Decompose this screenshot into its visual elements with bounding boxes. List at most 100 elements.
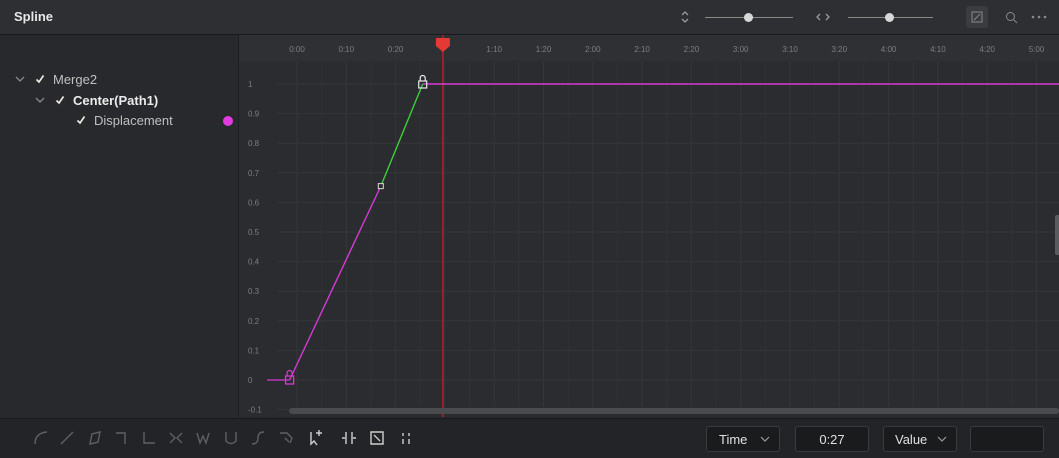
spline-panel: Spline Merge2 Center(Path1) Displacement… <box>0 0 1059 458</box>
merge2-checkbox[interactable] <box>34 73 46 85</box>
shape-box-icon <box>225 432 237 445</box>
time-stretch-icon <box>196 432 210 446</box>
chevron-down-icon[interactable] <box>34 94 46 106</box>
vertical-zoom-icon <box>681 11 689 23</box>
time-tick-label: 3:00 <box>733 45 749 54</box>
ease-in-out-button[interactable] <box>249 429 267 447</box>
spline-graph[interactable]: 0:00 0:10 0:20 1:10 1:20 2:00 2:10 2:20 3:00 3:10… <box>239 35 1059 417</box>
step-in-button[interactable] <box>113 429 131 447</box>
invert-icon <box>89 431 101 445</box>
value-tick-label: 0.7 <box>248 169 260 178</box>
ease-in-out-icon <box>251 431 265 445</box>
tree-item-label: Center(Path1) <box>73 92 159 108</box>
value-tick-label: 0 <box>248 376 253 385</box>
time-tick-label: 0:00 <box>289 45 305 54</box>
title-bar: Spline <box>0 0 1059 35</box>
time-dropdown-label: Time <box>719 431 748 447</box>
horizontal-scrollbar[interactable] <box>289 408 1059 414</box>
shape-box-button[interactable] <box>222 429 240 447</box>
step-out-icon <box>143 432 155 444</box>
more-icon <box>1031 15 1047 19</box>
time-tick-label: 1:20 <box>536 45 552 54</box>
tree-item-merge2[interactable]: Merge2 <box>14 69 97 89</box>
value-tick-label: 0.4 <box>248 258 260 267</box>
invert-button[interactable] <box>86 429 104 447</box>
horizontal-zoom-icon <box>816 13 830 21</box>
value-tick-label: 0.9 <box>248 110 260 119</box>
fit-view-button[interactable] <box>966 6 988 28</box>
linear-button[interactable] <box>58 429 76 447</box>
time-tick-label: 4:10 <box>930 45 946 54</box>
chevron-down-icon <box>760 436 770 442</box>
set-keyframe-icon <box>342 432 356 444</box>
smooth-button[interactable] <box>32 429 50 447</box>
fit-view-icon <box>971 11 983 23</box>
step-in-icon <box>116 432 126 444</box>
time-tick-label: 4:20 <box>979 45 995 54</box>
vertical-zoom-knob[interactable] <box>744 13 753 22</box>
tree-item-center-path1[interactable]: Center(Path1) <box>34 90 158 110</box>
tree-item-displacement[interactable]: Displacement <box>75 110 173 130</box>
value-tick-label: 0.8 <box>248 139 260 148</box>
value-tick-label: 0.5 <box>248 228 260 237</box>
panel-title: Spline <box>14 9 54 24</box>
bottom-toolbar: Time 0:27 Value <box>0 418 1059 458</box>
add-point-button[interactable] <box>306 429 324 447</box>
parameter-tree: Merge2 Center(Path1) Displacement <box>0 35 239 417</box>
time-dropdown[interactable]: Time <box>706 426 780 452</box>
value-tick-label: -0.1 <box>248 406 262 415</box>
current-time-value: 0:27 <box>819 431 845 447</box>
check-icon <box>35 75 45 84</box>
more-options-button[interactable] <box>1028 6 1050 28</box>
value-field[interactable] <box>970 426 1044 452</box>
vertical-scroll-handle[interactable] <box>1055 215 1059 255</box>
value-dropdown-label: Value <box>895 431 928 447</box>
time-tick-label: 3:10 <box>782 45 798 54</box>
displacement-keyframe-dot <box>223 116 233 126</box>
reverse-icon <box>169 432 183 444</box>
time-tick-label: 3:20 <box>832 45 848 54</box>
time-tick-label: 0:20 <box>388 45 404 54</box>
time-tick-label: 0:10 <box>339 45 355 54</box>
value-tick-label: 1 <box>248 80 253 89</box>
tree-item-label: Displacement <box>94 112 173 128</box>
chevron-down-icon[interactable] <box>14 73 26 85</box>
check-icon <box>76 116 86 125</box>
set-keyframe-button[interactable] <box>340 429 358 447</box>
value-tick-label: 0.2 <box>248 317 260 326</box>
chevron-down-icon <box>937 436 947 442</box>
value-tick-label: 0.6 <box>248 198 260 207</box>
tree-item-label: Merge2 <box>53 71 98 87</box>
time-tick-label: 2:00 <box>585 45 601 54</box>
spline-segment <box>288 185 382 381</box>
linear-icon <box>60 431 74 445</box>
zoom-fit-icon <box>370 431 384 445</box>
zoom-button[interactable] <box>1000 6 1022 28</box>
spline-graph-canvas[interactable]: 0:00 0:10 0:20 1:10 1:20 2:00 2:10 2:20 3:00 3:10… <box>239 35 1059 417</box>
time-tick-label: 1:10 <box>486 45 502 54</box>
zoom-icon <box>1005 11 1017 23</box>
time-tick-label: 4:00 <box>881 45 897 54</box>
check-icon <box>55 96 65 105</box>
control-point <box>377 183 384 190</box>
time-tick-label: 2:10 <box>634 45 650 54</box>
add-point-icon <box>310 430 322 446</box>
center-path1-checkbox[interactable] <box>54 94 66 106</box>
value-tick-label: 0.3 <box>248 287 260 296</box>
show-keyframes-button[interactable] <box>397 429 415 447</box>
value-dropdown[interactable]: Value <box>883 426 957 452</box>
zoom-fit-button[interactable] <box>368 429 386 447</box>
reverse-button[interactable] <box>167 429 185 447</box>
time-stretch-button[interactable] <box>194 429 212 447</box>
show-keyframes-icon <box>402 433 410 444</box>
current-time-field[interactable]: 0:27 <box>795 426 869 452</box>
horizontal-zoom-knob[interactable] <box>885 13 894 22</box>
step-out-button[interactable] <box>140 429 158 447</box>
select-tool-button[interactable] <box>277 429 295 447</box>
value-tick-label: 0.1 <box>248 346 260 355</box>
time-tick-label: 2:20 <box>684 45 700 54</box>
spline-segment-active <box>380 83 424 187</box>
smooth-icon <box>34 431 48 445</box>
displacement-checkbox[interactable] <box>75 114 87 126</box>
time-tick-label: 5:00 <box>1029 45 1045 54</box>
